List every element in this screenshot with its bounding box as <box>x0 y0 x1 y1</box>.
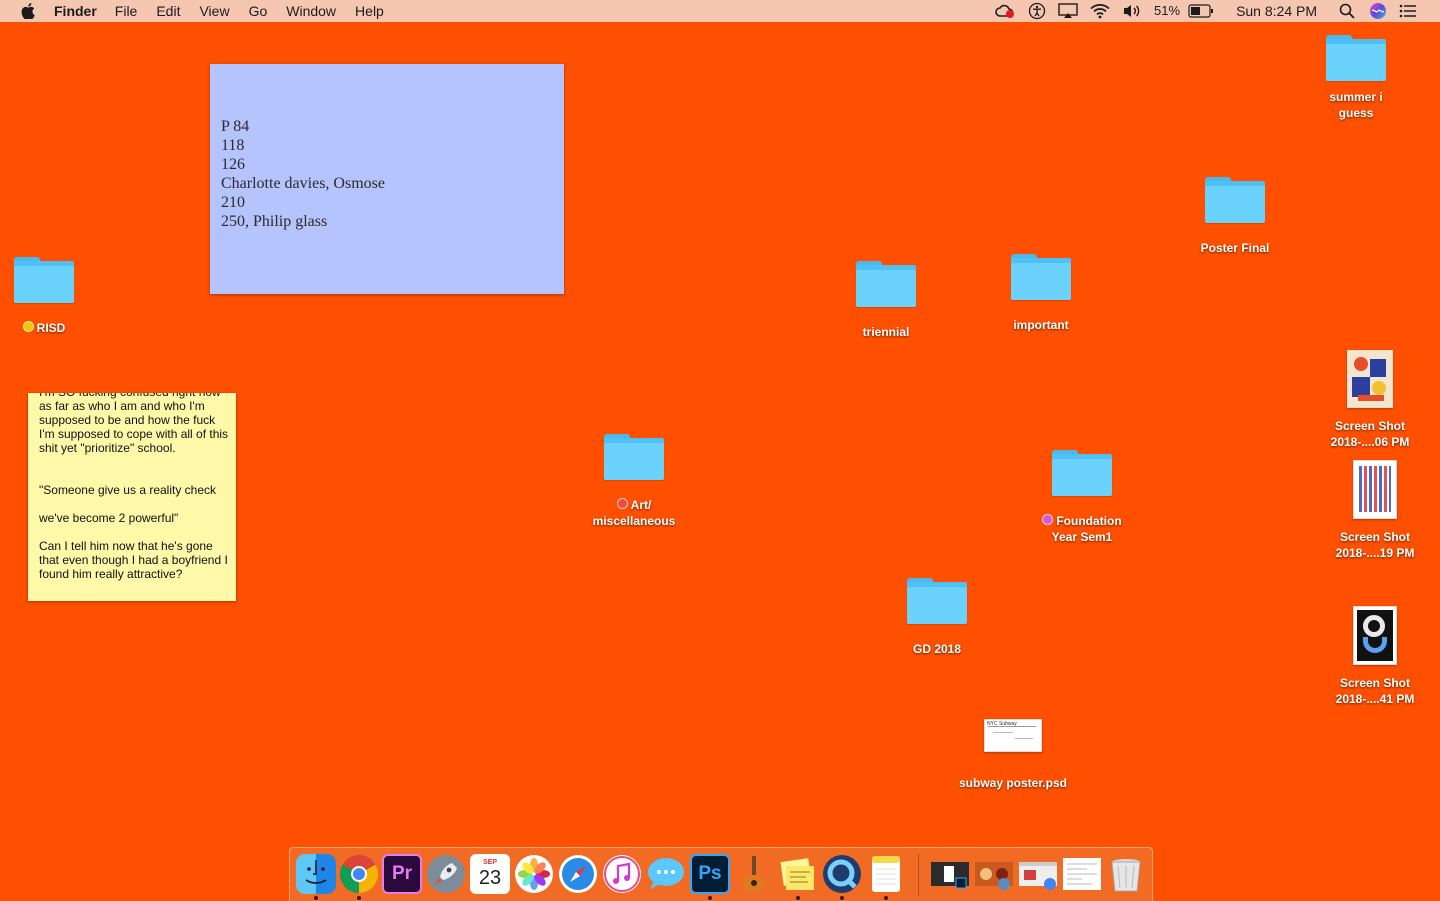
battery-percent: 51% <box>1154 3 1181 18</box>
folder-triennial[interactable]: triennial <box>831 261 941 340</box>
folder-risd[interactable]: RISD <box>0 257 99 336</box>
stickies-icon[interactable] <box>778 854 818 894</box>
menu-bar: Finder File Edit View Go Window Help 51%… <box>0 0 1440 22</box>
photoshop-icon[interactable]: Ps <box>690 854 730 894</box>
folder-gd-2018[interactable]: GD 2018 <box>882 578 992 657</box>
creative-cloud-icon[interactable] <box>994 0 1016 22</box>
tag-red-icon <box>616 498 628 509</box>
quicktime-icon[interactable] <box>822 854 862 894</box>
image-thumbnail <box>1347 350 1393 408</box>
folder-important[interactable]: important <box>986 254 1096 333</box>
minimized-photoshop-window-icon[interactable] <box>930 854 970 894</box>
file-screen-shot-41[interactable]: Screen Shot 2018-....41 PM <box>1320 606 1430 707</box>
garageband-icon[interactable] <box>734 854 774 894</box>
finder-icon[interactable] <box>296 854 336 894</box>
calendar-month: SEP <box>482 859 497 866</box>
launchpad-icon[interactable] <box>426 854 466 894</box>
folder-icon <box>1326 35 1386 81</box>
folder-icon <box>1011 254 1071 300</box>
battery-icon[interactable] <box>1188 0 1214 22</box>
folder-icon <box>604 434 664 480</box>
spotlight-search-icon[interactable] <box>1339 0 1355 22</box>
volume-icon[interactable] <box>1122 0 1142 22</box>
menu-view[interactable]: View <box>199 0 229 22</box>
folder-label: Art/ miscellaneous <box>592 498 676 528</box>
sticky-note-yellow-text[interactable]: I'm SO fucking confused right now as far… <box>39 393 229 581</box>
file-label: subway poster.psd <box>958 776 1068 790</box>
calendar-day: 23 <box>478 867 502 889</box>
folder-art-miscellaneous[interactable]: Art/ miscellaneous <box>579 434 689 529</box>
psd-thumbnail: NYC Subway <box>984 719 1042 752</box>
menu-finder[interactable]: Finder <box>54 0 97 22</box>
sticky-note-blue-text[interactable]: P 84 118 126 Charlotte davies, Osmose 21… <box>221 117 385 231</box>
folder-label: Foundation Year Sem1 <box>1032 513 1132 545</box>
folder-foundation-year-sem1[interactable]: Foundation Year Sem1 <box>1027 450 1137 545</box>
photoshop-icon-label: Ps <box>698 863 722 884</box>
minimized-preview-window-icon[interactable] <box>974 854 1014 894</box>
dock: Pr SEP 23 Ps <box>289 847 1153 901</box>
safari-icon[interactable] <box>558 854 598 894</box>
folder-icon <box>907 578 967 624</box>
image-thumbnail <box>1353 606 1397 665</box>
image-thumbnail <box>1353 460 1397 519</box>
notes-icon[interactable] <box>866 854 906 894</box>
folder-label: summer i guess <box>1329 90 1383 120</box>
file-label: Screen Shot 2018-....06 PM <box>1330 419 1410 449</box>
folder-label: triennial <box>862 325 910 339</box>
accessibility-icon[interactable] <box>1028 0 1046 22</box>
menu-window[interactable]: Window <box>286 0 336 22</box>
premiere-icon-label: Pr <box>391 863 413 884</box>
calendar-icon[interactable]: SEP 23 <box>470 854 510 894</box>
wifi-icon[interactable] <box>1090 0 1110 22</box>
sticky-note-yellow[interactable]: I'm SO fucking confused right now as far… <box>28 393 236 601</box>
chrome-icon[interactable] <box>339 854 379 894</box>
trash-icon[interactable] <box>1106 854 1146 894</box>
file-screen-shot-19[interactable]: Screen Shot 2018-....19 PM <box>1320 460 1430 561</box>
folder-summer-i-guess[interactable]: summer i guess <box>1301 35 1411 121</box>
premiere-icon[interactable]: Pr <box>382 854 422 894</box>
folder-label: RISD <box>0 320 99 336</box>
photos-icon[interactable] <box>514 854 554 894</box>
menu-file[interactable]: File <box>115 0 138 22</box>
folder-icon <box>1205 177 1265 223</box>
tag-yellow-icon <box>22 321 34 332</box>
file-label: Screen Shot 2018-....41 PM <box>1335 676 1415 706</box>
file-screen-shot-06[interactable]: Screen Shot 2018-....06 PM <box>1315 350 1425 450</box>
tag-purple-icon <box>1042 514 1054 525</box>
folder-label: important <box>1013 318 1069 332</box>
folder-label: GD 2018 <box>912 642 962 656</box>
menu-clock[interactable]: Sun 8:24 PM <box>1236 3 1317 19</box>
menu-edit[interactable]: Edit <box>156 0 180 22</box>
minimized-document-window-icon[interactable] <box>1062 854 1102 894</box>
dock-separator <box>918 854 919 896</box>
folder-icon <box>856 261 916 307</box>
file-subway-poster-psd[interactable]: NYC Subway subway poster.psd <box>958 719 1068 791</box>
apple-icon[interactable] <box>18 1 38 21</box>
folder-icon <box>14 257 74 303</box>
minimized-chrome-window-icon[interactable] <box>1018 854 1058 894</box>
menu-go[interactable]: Go <box>249 0 268 22</box>
folder-label: Poster Final <box>1200 241 1270 255</box>
airplay-icon[interactable] <box>1058 0 1078 22</box>
messages-icon[interactable] <box>646 854 686 894</box>
itunes-icon[interactable] <box>602 854 642 894</box>
file-label: Screen Shot 2018-....19 PM <box>1335 530 1415 560</box>
notification-center-icon[interactable] <box>1399 0 1417 22</box>
siri-icon[interactable] <box>1369 0 1387 22</box>
folder-poster-final[interactable]: Poster Final <box>1180 177 1290 256</box>
folder-icon <box>1052 450 1112 496</box>
menu-help[interactable]: Help <box>355 0 384 22</box>
sticky-note-blue[interactable]: P 84 118 126 Charlotte davies, Osmose 21… <box>210 64 564 294</box>
